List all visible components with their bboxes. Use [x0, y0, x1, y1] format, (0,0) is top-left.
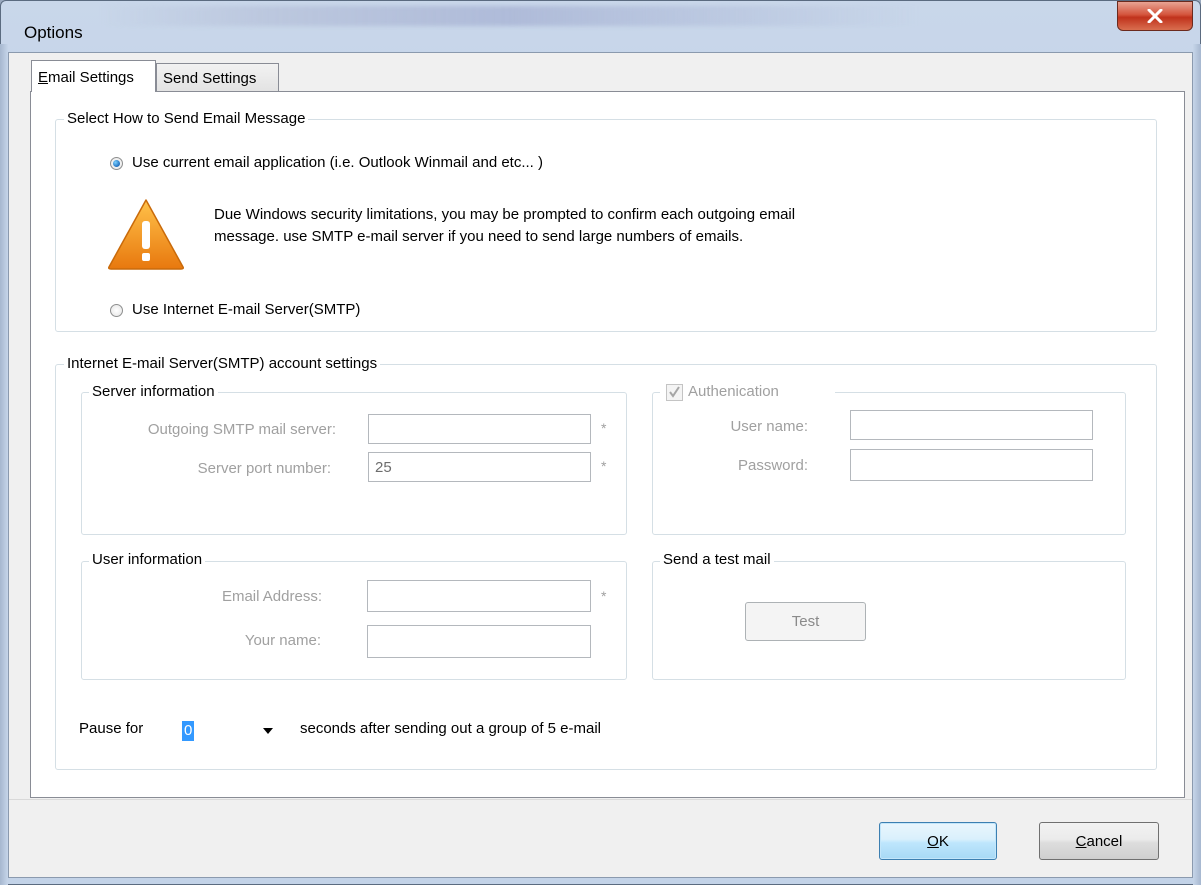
password-label: Password: — [737, 457, 808, 474]
email-address-input[interactable] — [367, 580, 591, 612]
user-info-group — [81, 561, 627, 680]
required-marker: * — [601, 588, 607, 604]
dropdown-arrow-icon[interactable] — [263, 728, 273, 734]
cancel-button-label: ancel — [1086, 832, 1123, 850]
email-address-label: Email Address: — [221, 588, 322, 605]
required-marker: * — [601, 420, 607, 436]
pause-suffix-label: seconds after sending out a group of 5 e… — [300, 720, 602, 737]
ok-button-label: K — [938, 832, 949, 850]
cancel-button-accel: C — [1075, 832, 1087, 850]
user-info-group-label: User information — [89, 551, 206, 568]
pause-seconds-value[interactable]: 0 — [182, 721, 195, 741]
username-label: User name: — [730, 418, 808, 435]
pause-seconds-dropdown[interactable]: 0 — [178, 713, 282, 748]
server-port-label: Server port number: — [197, 460, 331, 477]
send-method-group-label: Select How to Send Email Message — [64, 110, 309, 127]
title-bar[interactable] — [0, 0, 1201, 44]
authentication-checkbox[interactable] — [666, 384, 683, 401]
warning-line-2: message. use SMTP e-mail server if you n… — [214, 228, 744, 245]
radio-smtp-server-label[interactable]: Use Internet E-mail Server(SMTP) — [132, 301, 360, 318]
tab-email-settings[interactable]: Email Settings — [31, 60, 156, 92]
checkmark-icon — [669, 386, 680, 398]
pause-prefix-label: Pause for — [79, 720, 144, 737]
tab-send-settings[interactable]: Send Settings — [156, 63, 279, 91]
test-mail-group-label: Send a test mail — [660, 551, 774, 568]
warning-line-1: Due Windows security limitations, you ma… — [214, 206, 796, 223]
password-input[interactable] — [850, 449, 1093, 481]
footer-separator — [9, 799, 1192, 800]
smtp-settings-group-label: Internet E-mail Server(SMTP) account set… — [64, 355, 381, 372]
tab-email-settings-accel: E — [38, 69, 49, 86]
window-frame-right — [1193, 44, 1201, 885]
server-info-group-label: Server information — [89, 383, 218, 400]
close-icon — [1147, 9, 1163, 23]
tab-email-settings-label: mail Settings — [48, 69, 134, 86]
server-port-input[interactable]: 25 — [368, 452, 591, 482]
required-marker: * — [601, 458, 607, 474]
radio-current-email-app[interactable] — [110, 157, 123, 170]
cancel-button[interactable]: Cancel — [1039, 822, 1159, 860]
warning-icon — [108, 199, 184, 270]
close-button[interactable] — [1117, 1, 1193, 31]
outgoing-server-input[interactable] — [368, 414, 591, 444]
window-title: Options — [24, 23, 83, 42]
tab-send-settings-label: Send Settings — [163, 70, 257, 87]
test-mail-group — [652, 561, 1126, 680]
ok-button[interactable]: OK — [879, 822, 997, 860]
window-frame-left — [0, 44, 8, 885]
outgoing-server-label: Outgoing SMTP mail server: — [147, 421, 336, 438]
your-name-label: Your name: — [244, 632, 321, 649]
authentication-label[interactable]: Authenication — [688, 383, 779, 400]
title-bar-glass — [100, 6, 920, 26]
username-input[interactable] — [850, 410, 1093, 440]
ok-button-accel: O — [927, 832, 939, 850]
radio-current-email-app-label[interactable]: Use current email application (i.e. Outl… — [132, 154, 543, 171]
test-button[interactable]: Test — [745, 602, 866, 641]
radio-smtp-server[interactable] — [110, 304, 123, 317]
your-name-input[interactable] — [367, 625, 591, 658]
